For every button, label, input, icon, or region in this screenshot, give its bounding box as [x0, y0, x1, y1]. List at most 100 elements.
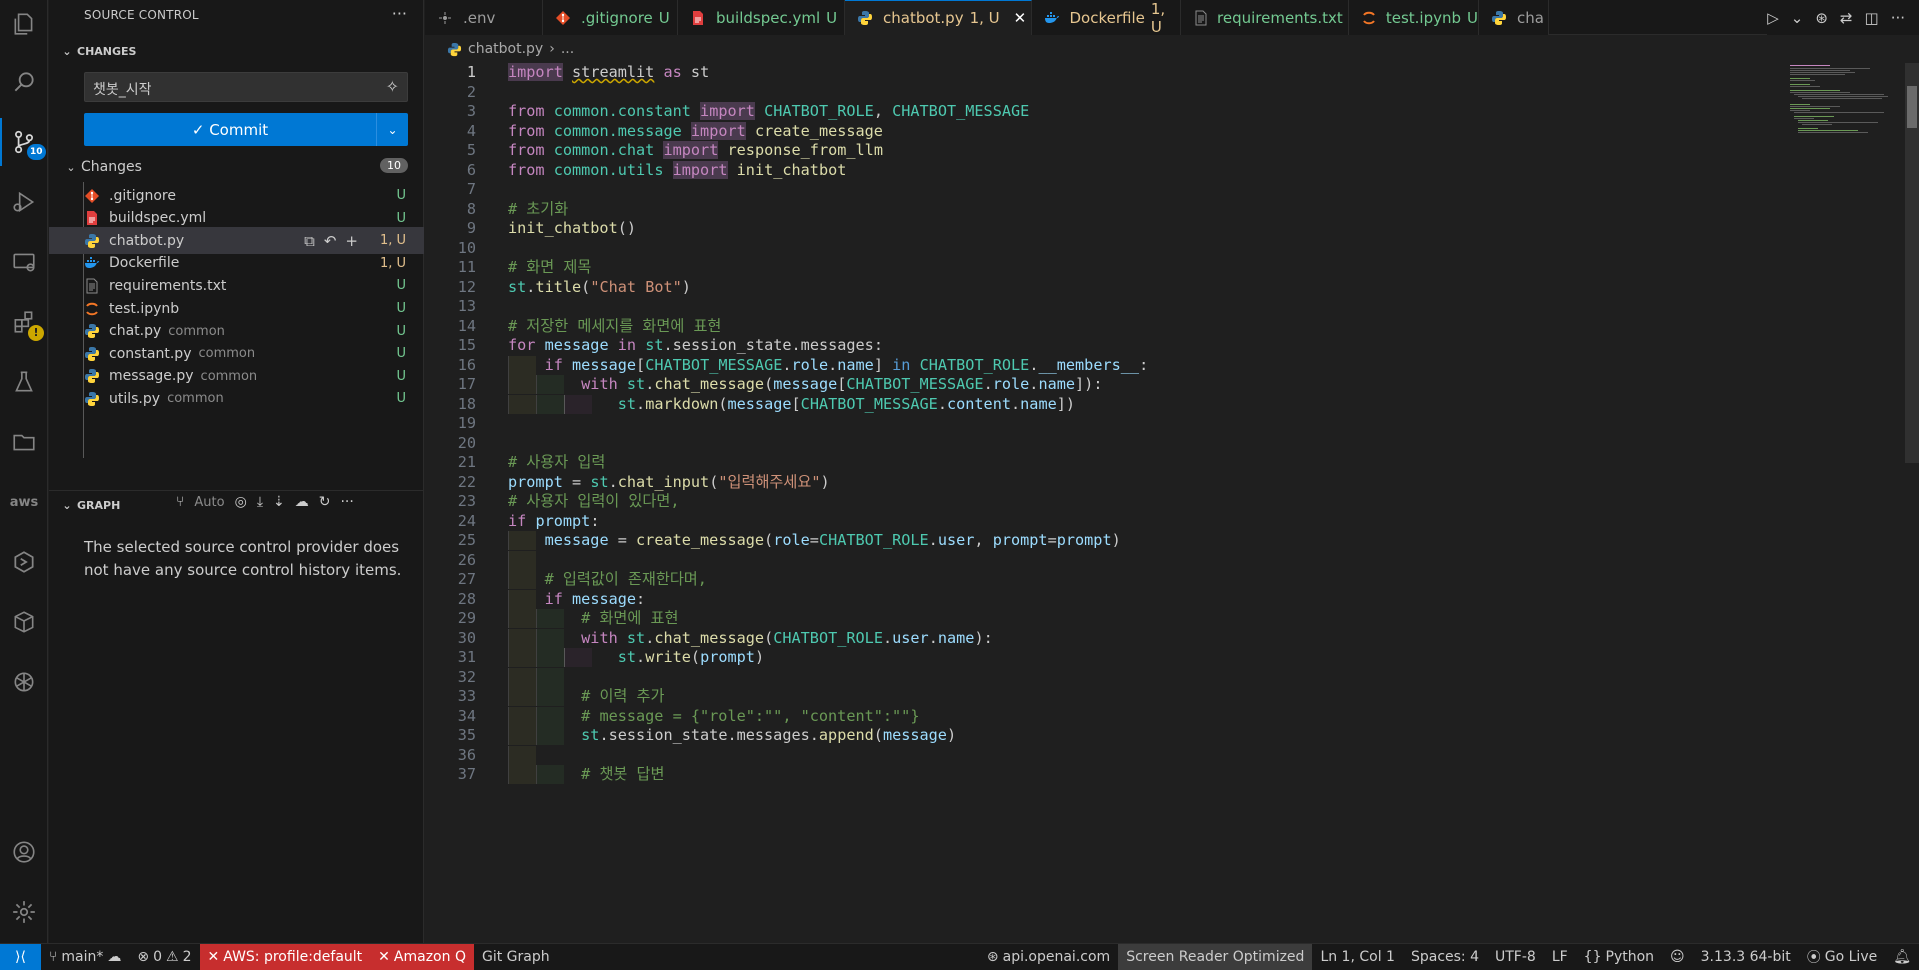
run-debug-icon[interactable] — [0, 178, 48, 226]
remote-explorer-icon[interactable] — [0, 238, 48, 286]
changes-group-header[interactable]: ⌄ Changes 10 — [49, 155, 424, 179]
code-line[interactable]: 19 — [425, 414, 1785, 433]
code-line[interactable]: 7 — [425, 180, 1785, 199]
more-actions-button[interactable]: ··· — [392, 4, 407, 23]
branch-status[interactable]: ⑂ main* ☁ — [41, 944, 129, 970]
language-status[interactable]: {} Python — [1576, 944, 1662, 970]
python-version-status[interactable]: 3.13.3 64-bit — [1693, 944, 1799, 970]
breadcrumb-file[interactable]: chatbot.py — [468, 41, 543, 57]
code-line[interactable]: 32 — [425, 667, 1785, 687]
code-line[interactable]: 31 st.write(prompt) — [425, 648, 1785, 667]
encoding-status[interactable]: UTF-8 — [1487, 944, 1544, 970]
tab-test-ipynb[interactable]: test.ipynb U — [1349, 0, 1479, 35]
eol-status[interactable]: LF — [1544, 944, 1576, 970]
code-line[interactable]: 9 init_chatbot() — [425, 219, 1785, 238]
source-control-icon[interactable]: 10 — [0, 118, 48, 166]
code-line[interactable]: 4 from common.message import create_messa… — [425, 121, 1785, 141]
code-line[interactable]: 25 message = create_message(role=CHATBOT… — [425, 531, 1785, 550]
code-line[interactable]: 8 # 초기화 — [425, 200, 1785, 219]
code-line[interactable]: 16 if message[CHATBOT_MESSAGE.role.name]… — [425, 355, 1785, 375]
discard-changes-icon[interactable]: ↶ — [324, 232, 337, 250]
indentation-status[interactable]: Spaces: 4 — [1403, 944, 1487, 970]
code-line[interactable]: 12 st.title("Chat Bot") — [425, 278, 1785, 297]
code-editor[interactable]: 1 import streamlit as st 2 3 from common.con… — [425, 63, 1919, 943]
copilot-icon[interactable]: ☺ — [1662, 944, 1693, 970]
tab-chatbot-py[interactable]: chatbot.py 1, U ✕ — [845, 0, 1032, 35]
chevron-down-icon[interactable]: ⌄ — [1791, 9, 1804, 27]
code-line[interactable]: 24 if prompt: — [425, 512, 1785, 531]
commit-button-label[interactable]: ✓ Commit — [84, 121, 376, 139]
aws-profile-status[interactable]: ✕ AWS: profile:default — [199, 943, 371, 970]
code-line[interactable]: 10 — [425, 239, 1785, 258]
target-icon[interactable]: ◎ — [235, 494, 247, 510]
editor-scrollbar-thumb[interactable] — [1907, 86, 1917, 128]
commit-dropdown-button[interactable]: ⌄ — [376, 113, 408, 146]
run-icon[interactable]: ▷ — [1767, 9, 1779, 27]
code-line[interactable]: 15 for message in st.session_state.messag… — [425, 336, 1785, 355]
more-actions-icon[interactable]: ··· — [340, 494, 353, 510]
settings-gear-icon[interactable] — [0, 888, 48, 936]
code-line[interactable]: 20 — [425, 434, 1785, 453]
code-line[interactable]: 35 st.session_state.messages.append(mess… — [425, 726, 1785, 745]
code-line[interactable]: 5 from common.chat import response_from_l… — [425, 141, 1785, 160]
code-line[interactable]: 36 — [425, 745, 1785, 765]
code-line[interactable]: 33 # 이력 추가 — [425, 687, 1785, 706]
code-line[interactable]: 29 # 화면에 표현 — [425, 609, 1785, 628]
search-icon[interactable] — [0, 58, 48, 106]
code-line[interactable]: 30 with st.chat_message(CHATBOT_ROLE.use… — [425, 628, 1785, 648]
notifications-icon[interactable]: 🔔︎ — [1885, 944, 1919, 970]
git-graph-status[interactable]: Git Graph — [474, 944, 558, 970]
code-line[interactable]: 11 # 화면 제목 — [425, 258, 1785, 277]
problems-status[interactable]: ⊗ 0 ⚠ 2 — [129, 944, 199, 970]
graph-auto-label[interactable]: Auto — [194, 495, 224, 510]
tab-env[interactable]: .env — [425, 0, 543, 35]
code-line[interactable]: 21 # 사용자 입력 — [425, 453, 1785, 472]
code-line[interactable]: 22 prompt = st.chat_input("입력해주세요") — [425, 473, 1785, 492]
split-editor-icon[interactable]: ◫ — [1865, 9, 1879, 27]
open-file-icon[interactable]: ⧉ — [304, 232, 315, 250]
code-line[interactable]: 37 # 챗봇 답변 — [425, 765, 1785, 784]
code-line[interactable]: 13 — [425, 297, 1785, 316]
code-line[interactable]: 17 with st.chat_message(message[CHATBOT_… — [425, 375, 1785, 394]
code-line[interactable]: 1 import streamlit as st — [425, 63, 1785, 82]
amazon-q-status[interactable]: ✕ Amazon Q — [370, 943, 474, 970]
code-line[interactable]: 28 if message: — [425, 589, 1785, 609]
remote-indicator[interactable]: ⟩⟨ — [0, 943, 41, 970]
commit-button[interactable]: ✓ Commit ⌄ — [84, 113, 408, 146]
breadcrumb-symbols[interactable]: ... — [561, 41, 574, 57]
tab-requirements-txt[interactable]: requirements.txtU — [1181, 0, 1360, 35]
commit-message-input[interactable]: 챗봇_시작 ✧ — [84, 72, 408, 102]
code-line[interactable]: 18 st.markdown(message[CHATBOT_MESSAGE.c… — [425, 394, 1785, 414]
code-line[interactable]: 3 from common.constant import CHATBOT_ROL… — [425, 102, 1785, 121]
code-line[interactable]: 34 # message = {"role":"", "content":""} — [425, 706, 1785, 726]
extensions-icon[interactable]: ! — [0, 298, 48, 346]
compare-icon[interactable]: ⇄ — [1840, 9, 1853, 27]
folder-icon[interactable] — [0, 418, 48, 466]
cloud-upload-icon[interactable]: ☁ — [295, 494, 309, 510]
tab-buildspec-yml[interactable]: buildspec.yml U — [678, 0, 845, 35]
openai-icon[interactable]: ⊛ — [1815, 9, 1828, 27]
explorer-icon[interactable] — [0, 0, 48, 48]
stage-changes-icon[interactable]: + — [345, 232, 358, 250]
branch-icon[interactable]: ⑂ — [176, 494, 184, 510]
tab-dockerfile[interactable]: Dockerfile 1, U — [1032, 0, 1181, 36]
account-icon[interactable] — [0, 828, 48, 876]
close-tab-icon[interactable]: ✕ — [1014, 9, 1027, 27]
cube-icon[interactable] — [0, 598, 48, 646]
minimap[interactable] — [1790, 63, 1900, 163]
fetch-icon[interactable]: ⤓ — [257, 494, 263, 510]
code-line[interactable]: 27 # 입력값이 존재한다며, — [425, 570, 1785, 589]
cursor-position-status[interactable]: Ln 1, Col 1 — [1312, 944, 1403, 970]
more-actions-icon[interactable]: ··· — [1891, 9, 1905, 27]
openai-status[interactable]: ⊛ api.openai.com — [979, 944, 1118, 970]
aws-icon[interactable]: aws — [0, 478, 48, 526]
code-line[interactable]: 23 # 사용자 입력이 있다면, — [425, 492, 1785, 511]
changes-section-header[interactable]: ⌄ CHANGES — [49, 40, 424, 62]
tab-gitignore[interactable]: .gitignore U — [543, 0, 678, 35]
changed-file-row[interactable]: utils.py common U — [49, 385, 424, 412]
testing-icon[interactable] — [0, 358, 48, 406]
code-line[interactable]: 14 # 저장한 메세지를 화면에 표현 — [425, 317, 1785, 336]
sparkle-icon[interactable]: ✧ — [386, 77, 399, 96]
openai-icon[interactable] — [0, 658, 48, 706]
refresh-icon[interactable]: ↻ — [319, 494, 331, 510]
